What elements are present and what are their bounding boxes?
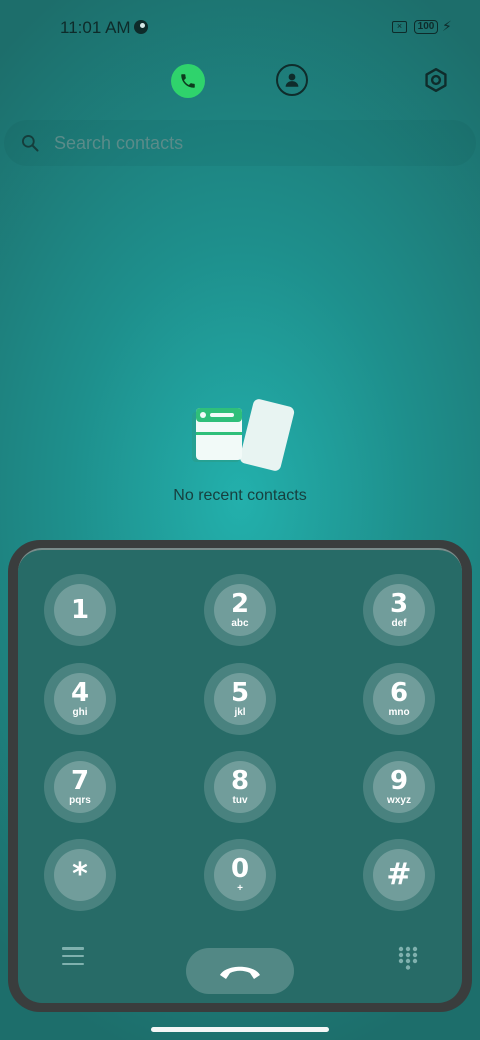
dialpad-panel: 1 2 abc 3 def 4 ghi 5 jkl 6 mno 7 pqrs 8… bbox=[18, 548, 462, 1003]
key-digit: * bbox=[72, 857, 88, 892]
key-letters: jkl bbox=[234, 707, 246, 718]
key-digit: 8 bbox=[230, 766, 250, 796]
key-letters: pqrs bbox=[69, 795, 91, 806]
top-navigation bbox=[0, 64, 480, 98]
phone-icon bbox=[181, 74, 195, 88]
keypad-icon[interactable] bbox=[398, 946, 418, 972]
key-letters: abc bbox=[231, 618, 249, 629]
key-digit: 7 bbox=[70, 766, 90, 796]
menu-button[interactable] bbox=[62, 947, 84, 965]
search-icon bbox=[20, 132, 42, 154]
key-star[interactable]: * bbox=[44, 839, 116, 911]
key-digit: 3 bbox=[389, 589, 409, 619]
key-letters: ghi bbox=[72, 707, 88, 718]
sim-x-icon: × bbox=[392, 21, 407, 33]
status-bar: 11:01 AM × 100 ⚡ bbox=[0, 14, 480, 42]
key-letters: mno bbox=[388, 707, 410, 718]
call-button[interactable] bbox=[186, 948, 294, 994]
contacts-cards-icon bbox=[192, 399, 295, 471]
key-digit: # bbox=[386, 857, 412, 892]
key-1[interactable]: 1 bbox=[44, 574, 116, 646]
key-6[interactable]: 6 mno bbox=[363, 663, 435, 735]
search-bar[interactable]: Search contacts bbox=[4, 120, 476, 166]
tab-phone[interactable] bbox=[171, 64, 205, 98]
empty-state: No recent contacts bbox=[0, 398, 480, 508]
key-digit: 5 bbox=[230, 678, 250, 708]
key-letters: tuv bbox=[232, 795, 248, 806]
empty-state-message: No recent contacts bbox=[173, 487, 307, 504]
key-digit: 2 bbox=[230, 589, 250, 619]
menu-icon bbox=[62, 947, 84, 950]
home-indicator[interactable] bbox=[151, 1027, 329, 1032]
phone-hangup-icon bbox=[220, 966, 260, 979]
status-time: 11:01 AM bbox=[60, 18, 131, 37]
key-2[interactable]: 2 abc bbox=[204, 574, 276, 646]
key-0[interactable]: 0 + bbox=[204, 839, 276, 911]
key-4[interactable]: 4 ghi bbox=[44, 663, 116, 735]
key-hash[interactable]: # bbox=[363, 839, 435, 911]
key-digit: 0 bbox=[230, 854, 250, 884]
tab-contacts[interactable] bbox=[276, 64, 308, 96]
gear-icon bbox=[425, 67, 447, 93]
dialpad: 1 2 abc 3 def 4 ghi 5 jkl 6 mno 7 pqrs 8… bbox=[8, 540, 472, 1012]
key-letters: def bbox=[391, 618, 407, 629]
data-usage-icon bbox=[134, 20, 148, 34]
key-3[interactable]: 3 def bbox=[363, 574, 435, 646]
key-7[interactable]: 7 pqrs bbox=[44, 751, 116, 823]
key-8[interactable]: 8 tuv bbox=[204, 751, 276, 823]
key-digit: 6 bbox=[389, 678, 409, 708]
key-5[interactable]: 5 jkl bbox=[204, 663, 276, 735]
key-letters: + bbox=[237, 883, 243, 894]
settings-button[interactable] bbox=[421, 65, 451, 95]
key-9[interactable]: 9 wxyz bbox=[363, 751, 435, 823]
key-digit: 4 bbox=[70, 678, 90, 708]
key-digit: 9 bbox=[389, 766, 409, 796]
key-letters: wxyz bbox=[387, 795, 411, 806]
bolt-icon: ⚡ bbox=[442, 18, 452, 34]
key-digit: 1 bbox=[70, 595, 90, 625]
battery-indicator: 100 bbox=[414, 20, 438, 34]
person-icon bbox=[285, 73, 299, 87]
search-input[interactable]: Search contacts bbox=[54, 133, 183, 154]
